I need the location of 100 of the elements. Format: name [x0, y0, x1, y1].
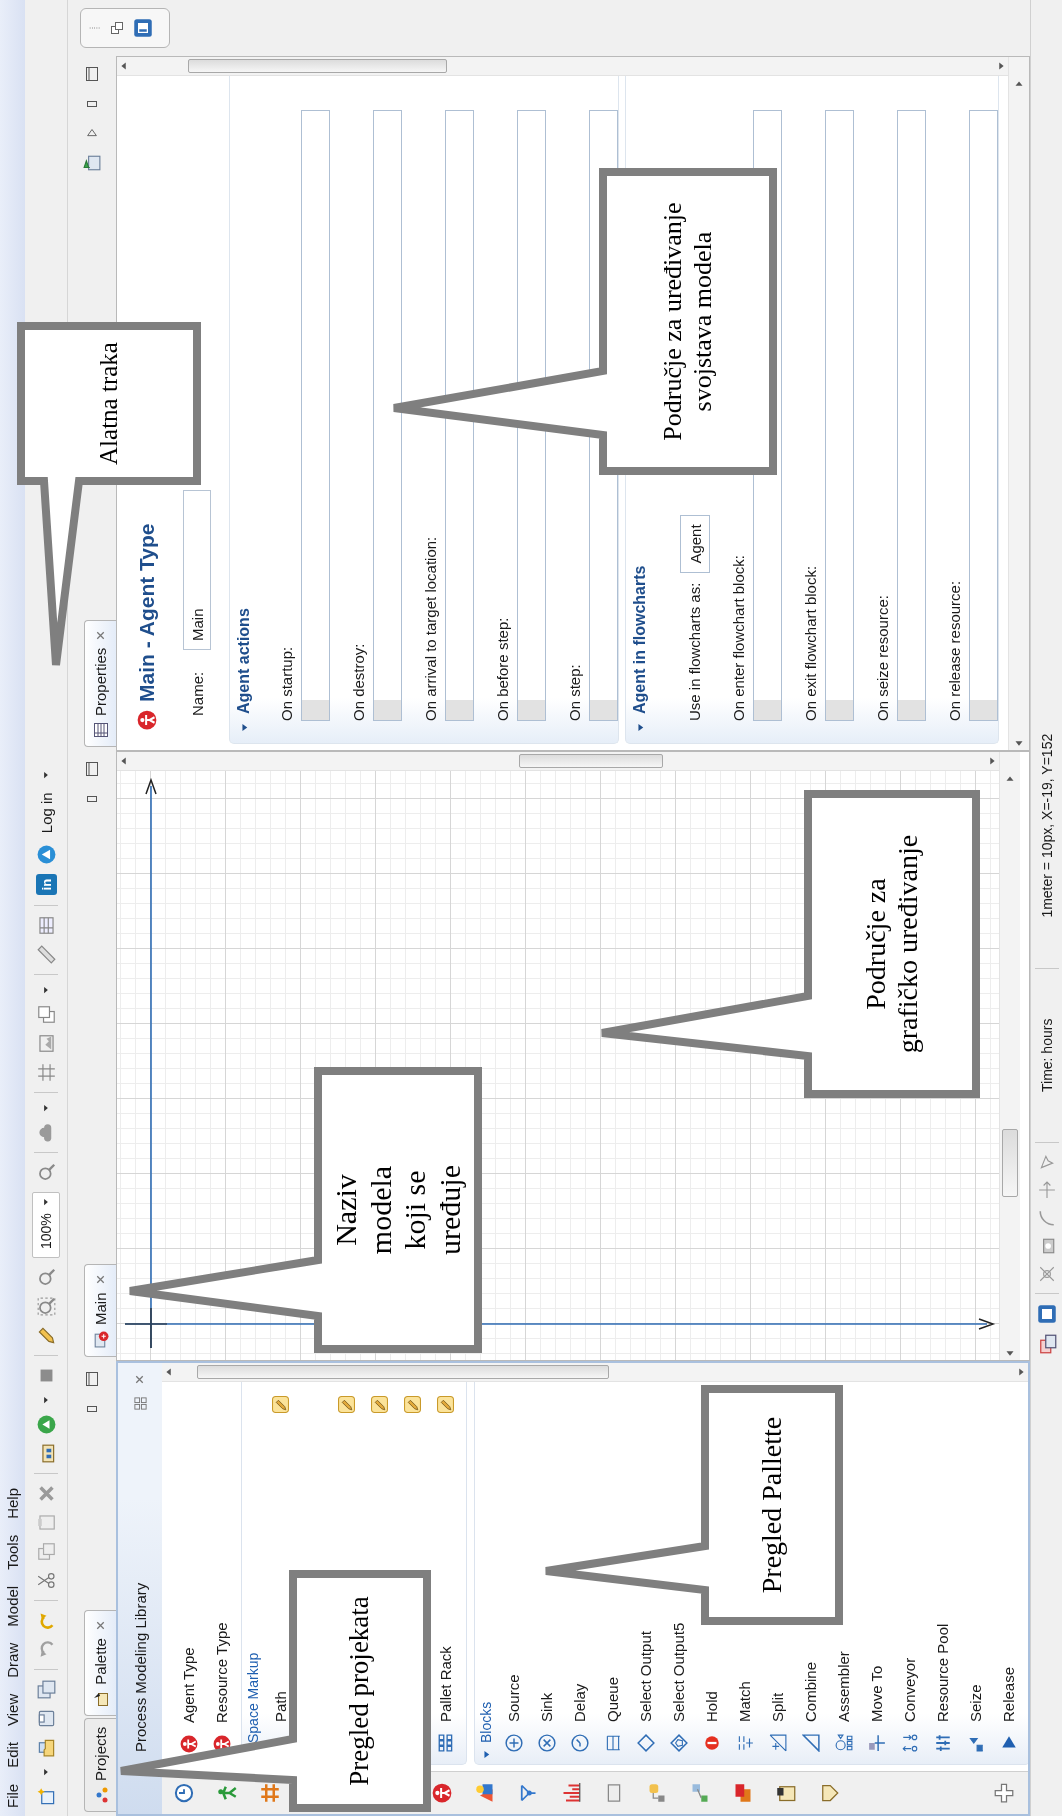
social-logo[interactable]: in — [35, 874, 57, 896]
zoom-combo[interactable]: 100% — [32, 1192, 60, 1258]
tab[interactable]: Properties — [84, 619, 116, 747]
run-icon[interactable] — [36, 1415, 56, 1434]
maximize-icon[interactable] — [84, 1371, 100, 1387]
pencil-icon[interactable] — [437, 1396, 454, 1413]
pencil-icon[interactable] — [338, 1396, 355, 1413]
tab[interactable]: Palette — [84, 1610, 116, 1716]
palette-item[interactable]: Select Output — [637, 1631, 654, 1722]
palette-item[interactable]: Split — [769, 1692, 786, 1722]
scroll-thumb[interactable] — [1002, 1129, 1018, 1197]
person-icon[interactable] — [216, 1783, 237, 1803]
menu-item[interactable]: Draw — [3, 1636, 22, 1684]
agent-type-icon[interactable] — [92, 1331, 109, 1348]
section-header[interactable]: Agent in flowcharts — [631, 565, 649, 714]
palette-item[interactable]: Match — [736, 1681, 753, 1722]
maximize-icon[interactable] — [84, 761, 100, 777]
section-header[interactable]: Agent actions — [235, 608, 253, 714]
pointer-icon[interactable] — [1038, 1153, 1056, 1171]
save-all-icon[interactable] — [36, 1680, 56, 1699]
palette-icon[interactable] — [92, 1690, 109, 1707]
pencil-icon[interactable] — [371, 1396, 388, 1413]
palette-item[interactable]: Seize — [967, 1684, 984, 1722]
menu-item[interactable]: Edit — [3, 1735, 22, 1774]
palette-item[interactable]: Sink — [538, 1692, 555, 1722]
copy-icon[interactable] — [36, 1542, 56, 1561]
open-icon[interactable] — [36, 1738, 56, 1757]
pencil-icon[interactable] — [36, 1326, 56, 1345]
login-link[interactable]: Log in — [35, 790, 57, 836]
menu-item[interactable]: File — [3, 1777, 22, 1814]
palette-item[interactable]: Source — [505, 1674, 522, 1722]
code-field[interactable] — [445, 110, 474, 721]
maximize-icon[interactable] — [84, 66, 100, 82]
palette-item[interactable]: Pallet Rack — [437, 1646, 454, 1722]
tab[interactable]: Projects — [84, 1717, 116, 1812]
code-field[interactable] — [301, 110, 330, 721]
new-model-icon[interactable] — [36, 1787, 56, 1806]
node-icon[interactable] — [1038, 1265, 1056, 1283]
tab[interactable]: Main — [84, 1264, 116, 1357]
palette-item[interactable]: Conveyor — [901, 1657, 918, 1722]
axes-icon[interactable] — [1038, 1181, 1056, 1199]
image-icon[interactable] — [36, 1034, 56, 1054]
shapes-icon[interactable] — [474, 1783, 495, 1803]
cut-icon[interactable] — [36, 1571, 56, 1590]
grid-icon[interactable] — [36, 1063, 56, 1083]
zoom-in-icon[interactable] — [36, 1163, 56, 1183]
code-field[interactable] — [373, 110, 402, 721]
section-header[interactable]: Space Markup — [245, 1652, 261, 1743]
palette-item[interactable]: Select Output5 — [670, 1622, 687, 1722]
palette-item[interactable]: Resource Pool — [934, 1623, 951, 1722]
document-icon[interactable] — [775, 1783, 796, 1803]
horizontal-scrollbar[interactable] — [999, 752, 1020, 1360]
windows-icon[interactable] — [36, 1005, 56, 1025]
palette-item[interactable]: Queue — [604, 1676, 621, 1722]
ruler-icon[interactable] — [36, 945, 56, 965]
menu-item[interactable]: Help — [3, 1481, 22, 1525]
flag-icon[interactable] — [83, 154, 101, 172]
table-icon[interactable] — [36, 916, 56, 936]
pencil-icon[interactable] — [404, 1396, 421, 1413]
menu-item[interactable]: View — [3, 1687, 22, 1732]
menu-item[interactable]: Tools — [3, 1528, 22, 1576]
code-field[interactable] — [517, 110, 546, 721]
scroll-thumb[interactable] — [519, 754, 663, 768]
code-field[interactable] — [897, 110, 926, 721]
layers-icon[interactable] — [1037, 1334, 1057, 1354]
save-icon[interactable] — [36, 1709, 56, 1728]
plus-icon[interactable] — [994, 1783, 1014, 1803]
windows-icon[interactable] — [109, 20, 125, 36]
properties-icon[interactable] — [92, 722, 109, 738]
code-field[interactable] — [969, 110, 998, 721]
section-header[interactable]: Blocks — [478, 1701, 494, 1743]
vertical-scrollbar[interactable] — [117, 57, 1008, 76]
palette-item[interactable]: Release — [1000, 1666, 1017, 1722]
palette-item[interactable]: Assembler — [835, 1651, 852, 1722]
cloud-logo-icon[interactable] — [36, 845, 56, 865]
combo-field[interactable]: Agent — [680, 515, 710, 573]
pencil-icon[interactable] — [272, 1396, 289, 1413]
scroll-thumb[interactable] — [197, 1365, 609, 1379]
palette-item[interactable]: Combine — [802, 1661, 819, 1722]
palette-item[interactable]: Path — [272, 1691, 289, 1722]
vertical-scrollbar[interactable] — [162, 1363, 1028, 1382]
zoom-region-icon[interactable] — [36, 1297, 56, 1316]
palette-item[interactable]: Agent Type — [180, 1647, 197, 1723]
palette-item[interactable]: Delay — [571, 1683, 588, 1722]
horizontal-scrollbar[interactable] — [1008, 57, 1029, 750]
monitor-icon[interactable] — [1037, 1304, 1057, 1324]
grid-view-icon[interactable] — [132, 1396, 148, 1411]
zoom-out-icon[interactable] — [36, 1268, 56, 1287]
menu-item[interactable]: Model — [3, 1579, 22, 1633]
palette-item[interactable]: Move To — [868, 1665, 885, 1722]
agent-icon[interactable] — [431, 1783, 452, 1803]
scroll-thumb[interactable] — [188, 59, 447, 73]
arc-icon[interactable] — [1038, 1209, 1056, 1227]
code-field[interactable] — [825, 110, 854, 721]
palette-item[interactable]: Hold — [703, 1691, 720, 1722]
name-field[interactable]: Main — [183, 490, 211, 650]
palette-item[interactable]: Resource Type — [213, 1622, 230, 1723]
hash-icon[interactable] — [259, 1783, 280, 1803]
clock-icon[interactable] — [173, 1783, 194, 1803]
vertical-scrollbar[interactable] — [117, 752, 999, 771]
